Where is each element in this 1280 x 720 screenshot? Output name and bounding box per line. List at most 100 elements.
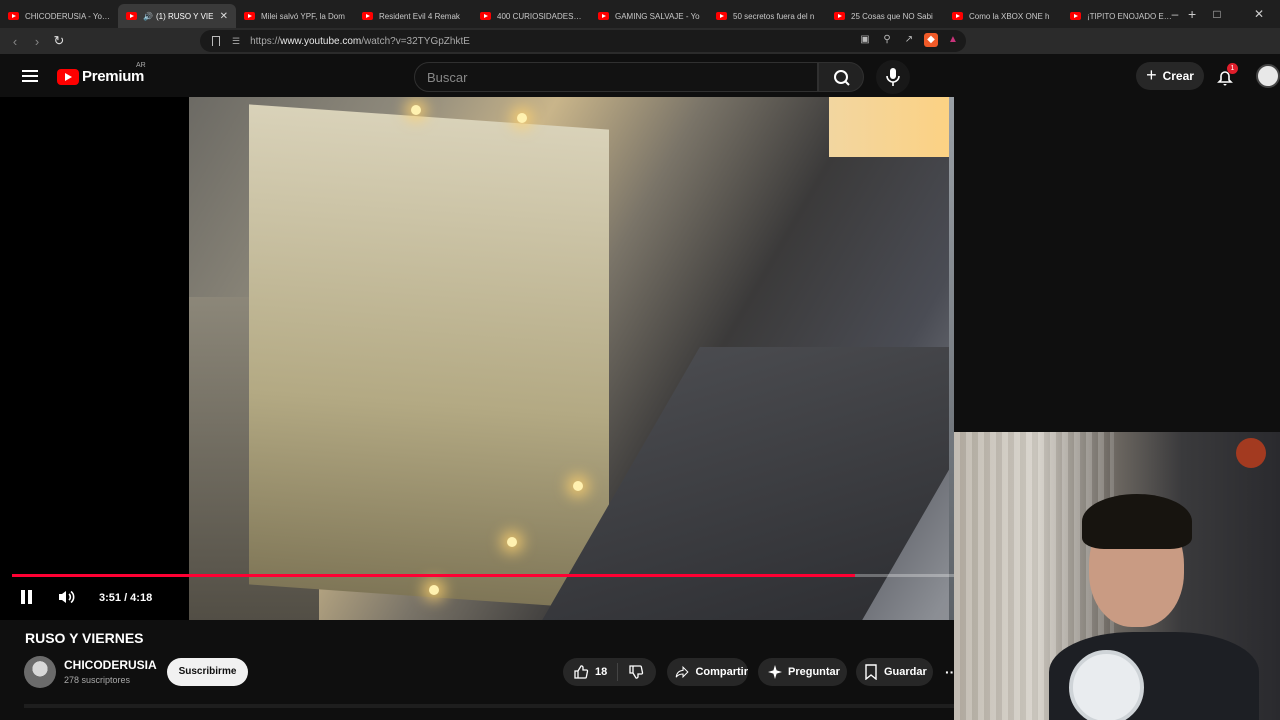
- share-button[interactable]: Compartir: [667, 658, 748, 686]
- search-icon: [834, 70, 850, 86]
- youtube-favicon-icon: [834, 12, 845, 20]
- notifications-button[interactable]: 1: [1215, 63, 1238, 87]
- webcam-overlay: [954, 432, 1280, 720]
- like-count: 18: [595, 666, 608, 678]
- save-label: Guardar: [884, 666, 927, 678]
- video-scene-light: [411, 105, 421, 115]
- channel-name[interactable]: CHICODERUSIA: [64, 658, 157, 672]
- reload-icon[interactable]: ↻: [48, 33, 70, 49]
- browser-tab[interactable]: 50 secretos fuera del n: [708, 4, 826, 28]
- tab-title: CHICODERUSIA - YouT: [25, 11, 110, 21]
- video-title: RUSO Y VIERNES: [25, 630, 144, 646]
- search-button[interactable]: [818, 62, 864, 92]
- url-action-icons: ▣ ⚲ ↗ ◆ ▲: [858, 33, 960, 47]
- tab-list: CHICODERUSIA - YouT 🔊 (1) RUSO Y VIE ✕ Milei…: [0, 0, 1180, 28]
- volume-button[interactable]: [57, 589, 77, 605]
- like-button[interactable]: 18: [563, 663, 619, 681]
- subscriber-count: 278 suscriptores: [64, 675, 131, 685]
- youtube-favicon-icon: [480, 12, 491, 20]
- rewards-icon[interactable]: ▲: [946, 33, 960, 47]
- youtube-favicon-icon: [1070, 12, 1081, 20]
- country-code: AR: [136, 62, 146, 69]
- progress-played: [12, 574, 856, 577]
- time-display: 3:51 / 4:18: [99, 592, 153, 604]
- share-icon[interactable]: ↗: [902, 33, 916, 47]
- plus-icon: +: [1146, 64, 1157, 85]
- site-info-icon[interactable]: ☰: [232, 36, 240, 47]
- horizontal-scrollbar[interactable]: [24, 704, 954, 708]
- microphone-icon: [886, 68, 900, 86]
- browser-tab[interactable]: Resident Evil 4 Remak: [354, 4, 472, 28]
- minimize-icon[interactable]: –: [1154, 4, 1196, 24]
- browser-tab-strip: CHICODERUSIA - YouT 🔊 (1) RUSO Y VIE ✕ Milei…: [0, 0, 1280, 28]
- share-icon: [675, 665, 689, 679]
- progress-bar[interactable]: [12, 574, 954, 577]
- back-icon[interactable]: ‹: [4, 34, 26, 49]
- browser-tab[interactable]: CHICODERUSIA - YouT: [0, 4, 118, 28]
- close-window-icon[interactable]: ✕: [1238, 4, 1280, 24]
- close-tab-icon[interactable]: ✕: [220, 11, 228, 22]
- video-frame[interactable]: [189, 97, 954, 620]
- video-scene-sky: [829, 97, 954, 157]
- thumbs-down-icon: [629, 665, 644, 679]
- logo-text: Premium: [82, 68, 145, 85]
- window-controls: – □ ✕: [1154, 4, 1280, 24]
- pause-button[interactable]: [20, 590, 34, 606]
- youtube-play-icon: [57, 68, 79, 85]
- url-text[interactable]: https://www.youtube.com/watch?v=32TYGpZh…: [250, 36, 470, 47]
- ask-label: Preguntar: [788, 666, 840, 678]
- account-avatar[interactable]: [1256, 64, 1280, 88]
- tab-title: Resident Evil 4 Remak: [379, 11, 460, 21]
- browser-tab[interactable]: Milei salvó YPF, la Dom: [236, 4, 354, 28]
- youtube-favicon-icon: [244, 12, 255, 20]
- channel-avatar[interactable]: [24, 656, 56, 688]
- tab-title: Como la XBOX ONE h: [969, 11, 1050, 21]
- browser-tab[interactable]: 25 Cosas que NO Sabi: [826, 4, 944, 28]
- browser-tab[interactable]: 🔊 (1) RUSO Y VIE ✕: [118, 4, 236, 28]
- bookmark-icon[interactable]: [212, 36, 220, 46]
- video-scene-light: [517, 113, 527, 123]
- youtube-favicon-icon: [598, 12, 609, 20]
- url-bar[interactable]: ☰ https://www.youtube.com/watch?v=32TYGp…: [200, 30, 966, 52]
- video-player[interactable]: 3:51 / 4:18: [0, 97, 954, 620]
- search-input[interactable]: Buscar: [414, 62, 818, 92]
- audio-playing-icon[interactable]: 🔊: [143, 12, 153, 21]
- browser-tab[interactable]: GAMING SALVAJE - Yo: [590, 4, 708, 28]
- like-dislike-group: 18: [563, 658, 656, 686]
- tab-title: Milei salvó YPF, la Dom: [261, 11, 345, 21]
- guide-menu-icon[interactable]: [22, 70, 38, 82]
- bookmark-save-icon: [865, 664, 877, 680]
- browser-tab[interactable]: 400 CURIOSIDADES FU: [472, 4, 590, 28]
- browser-tab[interactable]: Como la XBOX ONE h: [944, 4, 1062, 28]
- forward-icon[interactable]: ›: [26, 34, 48, 49]
- more-actions-icon[interactable]: ··: [945, 664, 954, 680]
- tab-title: GAMING SALVAJE - Yo: [615, 11, 700, 21]
- ask-button[interactable]: Preguntar: [758, 658, 847, 686]
- zoom-icon[interactable]: ⚲: [880, 33, 894, 47]
- video-scene-light: [507, 537, 517, 547]
- tab-title: 400 CURIOSIDADES FU: [497, 11, 582, 21]
- dislike-button[interactable]: [618, 664, 654, 680]
- wall-emblem: [1236, 438, 1266, 468]
- volume-icon: [59, 590, 75, 604]
- subscribe-button[interactable]: Suscribirme: [167, 658, 248, 686]
- thumbs-up-icon: [574, 665, 589, 679]
- save-button[interactable]: Guardar: [856, 658, 933, 686]
- youtube-masthead: Premium AR Buscar + Crear 1: [0, 54, 1280, 98]
- webcam-person-hair: [1082, 494, 1192, 549]
- brave-shield-icon[interactable]: ◆: [924, 33, 938, 47]
- share-label: Compartir: [695, 666, 748, 678]
- maximize-icon[interactable]: □: [1196, 4, 1238, 24]
- video-scene-light: [573, 481, 583, 491]
- create-label: Crear: [1162, 69, 1194, 83]
- webcam-microphone: [1069, 650, 1144, 720]
- youtube-favicon-icon: [126, 12, 137, 20]
- notification-badge: 1: [1227, 63, 1238, 74]
- tab-title: (1) RUSO Y VIE: [155, 11, 214, 21]
- youtube-favicon-icon: [362, 12, 373, 20]
- voice-search-button[interactable]: [876, 60, 910, 94]
- cast-icon[interactable]: ▣: [858, 33, 872, 47]
- create-button[interactable]: + Crear: [1136, 62, 1204, 90]
- youtube-favicon-icon: [716, 12, 727, 20]
- youtube-logo[interactable]: Premium AR: [57, 62, 146, 85]
